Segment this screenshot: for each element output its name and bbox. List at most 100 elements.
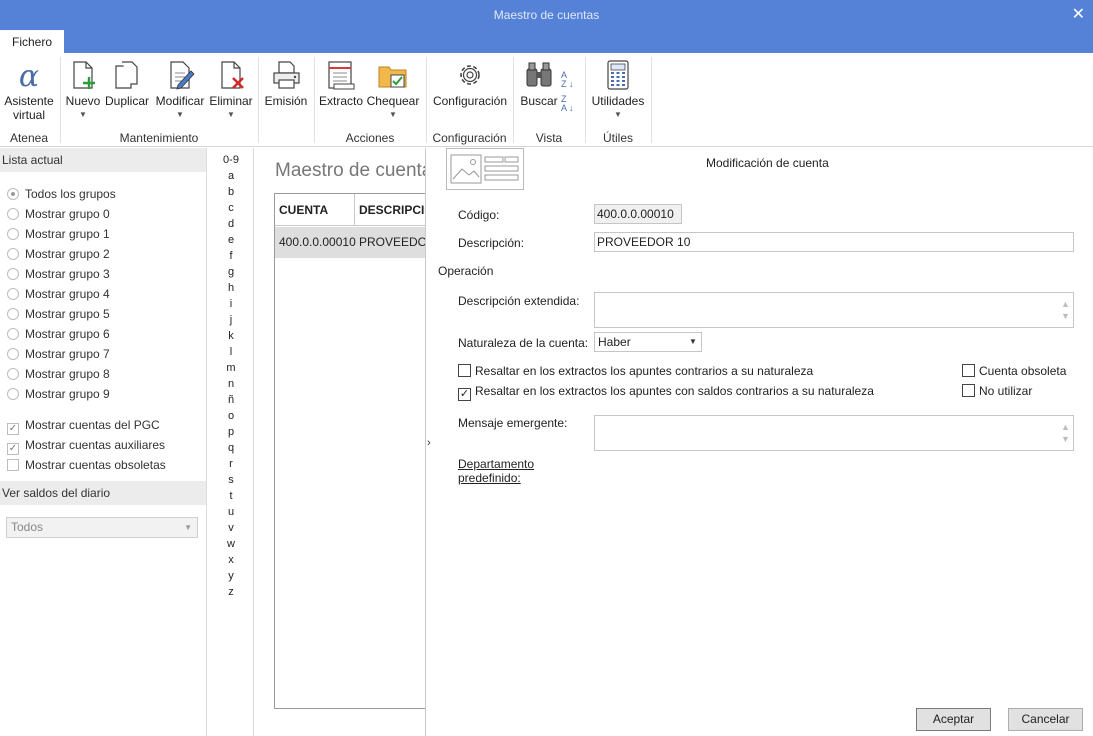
- modificar-button[interactable]: Modificar ▼: [153, 59, 207, 119]
- alphabet-letter[interactable]: k: [208, 330, 254, 342]
- cuenta-obsoleta-checkbox[interactable]: Cuenta obsoleta: [962, 363, 1066, 379]
- mensaje-emergente-field[interactable]: ▲ ▼: [594, 415, 1074, 451]
- alphabet-letter[interactable]: n: [208, 378, 254, 390]
- checkmark-icon[interactable]: ✓: [458, 388, 471, 401]
- codigo-field[interactable]: 400.0.0.00010: [594, 204, 682, 224]
- radio-button[interactable]: [7, 328, 19, 340]
- radio-button[interactable]: [7, 188, 19, 200]
- alphabet-letter[interactable]: v: [208, 522, 254, 534]
- scrollbar[interactable]: ▲ ▼: [1059, 293, 1073, 327]
- scrollbar[interactable]: ▲ ▼: [1059, 416, 1073, 450]
- descripcion-extendida-field[interactable]: ▲ ▼: [594, 292, 1074, 328]
- alphabet-letter[interactable]: ñ: [208, 394, 254, 406]
- alphabet-letter[interactable]: q: [208, 442, 254, 454]
- alphabet-letter[interactable]: y: [208, 570, 254, 582]
- alphabet-letter[interactable]: h: [208, 282, 254, 294]
- alphabet-letter[interactable]: o: [208, 410, 254, 422]
- checkmark-icon[interactable]: ✓: [7, 423, 19, 435]
- emision-button[interactable]: Emisión: [263, 59, 309, 108]
- radio-button[interactable]: [7, 308, 19, 320]
- group-radio-4[interactable]: Mostrar grupo 3: [7, 264, 110, 284]
- sort-az-icon[interactable]: AZ ↓: [561, 71, 579, 89]
- duplicar-button[interactable]: Duplicar: [104, 59, 150, 108]
- alphabet-letter[interactable]: j: [208, 314, 254, 326]
- checkbox-box[interactable]: [962, 384, 975, 397]
- column-header-descripcion[interactable]: DESCRIPCIÓN: [355, 194, 433, 226]
- filter-checkbox-1[interactable]: ✓ Mostrar cuentas auxiliares: [7, 435, 165, 455]
- column-header-cuenta[interactable]: CUENTA: [275, 194, 355, 226]
- group-radio-6[interactable]: Mostrar grupo 5: [7, 304, 110, 324]
- scroll-down-icon[interactable]: ▼: [1061, 430, 1070, 448]
- descripcion-field[interactable]: PROVEEDOR 10: [594, 232, 1074, 252]
- group-radio-2[interactable]: Mostrar grupo 1: [7, 224, 110, 244]
- alphabet-letter[interactable]: u: [208, 506, 254, 518]
- radio-button[interactable]: [7, 248, 19, 260]
- radio-button[interactable]: [7, 348, 19, 360]
- alphabet-letter[interactable]: g: [208, 266, 254, 278]
- radio-button[interactable]: [7, 388, 19, 400]
- image-placeholder[interactable]: [446, 148, 524, 190]
- configuracion-button[interactable]: Configuración: [432, 59, 508, 108]
- tab-fichero[interactable]: Fichero: [0, 30, 64, 53]
- group-radio-5[interactable]: Mostrar grupo 4: [7, 284, 110, 304]
- scroll-down-icon[interactable]: ▼: [1061, 307, 1070, 325]
- alphabet-letter[interactable]: d: [208, 218, 254, 230]
- alphabet-letter[interactable]: e: [208, 234, 254, 246]
- radio-button[interactable]: [7, 368, 19, 380]
- saldos-select[interactable]: Todos ▼: [6, 517, 198, 538]
- group-radio-3[interactable]: Mostrar grupo 2: [7, 244, 110, 264]
- extracto-button[interactable]: Extracto: [318, 59, 364, 108]
- group-radio-9[interactable]: Mostrar grupo 8: [7, 364, 110, 384]
- buscar-button[interactable]: Buscar: [520, 59, 558, 108]
- asistente-virtual-button[interactable]: α Asistente virtual: [4, 59, 54, 122]
- aceptar-button[interactable]: Aceptar: [916, 708, 991, 731]
- radio-button[interactable]: [7, 208, 19, 220]
- resaltar-contrarios-checkbox[interactable]: Resaltar en los extractos los apuntes co…: [458, 363, 813, 379]
- checkbox-box[interactable]: [458, 364, 471, 377]
- chequear-button[interactable]: Chequear ▼: [366, 59, 420, 119]
- alphabet-letter[interactable]: l: [208, 346, 254, 358]
- chevron-right-icon[interactable]: ›: [427, 437, 431, 449]
- sort-za-icon[interactable]: ZA ↓: [561, 95, 579, 113]
- radio-button[interactable]: [7, 268, 19, 280]
- alphabet-letter[interactable]: b: [208, 186, 254, 198]
- no-utilizar-checkbox[interactable]: No utilizar: [962, 383, 1032, 399]
- utilidades-button[interactable]: Utilidades ▼: [590, 59, 646, 119]
- alphabet-letter[interactable]: s: [208, 474, 254, 486]
- alphabet-letter[interactable]: z: [208, 586, 254, 598]
- alphabet-letter[interactable]: i: [208, 298, 254, 310]
- group-radio-0[interactable]: Todos los grupos: [7, 184, 116, 204]
- alphabet-letter[interactable]: x: [208, 554, 254, 566]
- alphabet-letter[interactable]: p: [208, 426, 254, 438]
- radio-button[interactable]: [7, 288, 19, 300]
- table-row[interactable]: 400.0.0.00010 PROVEEDOR 10: [275, 227, 433, 258]
- check-folder-icon: [378, 66, 407, 88]
- group-radio-1[interactable]: Mostrar grupo 0: [7, 204, 110, 224]
- alphabet-letter[interactable]: m: [208, 362, 254, 374]
- group-radio-8[interactable]: Mostrar grupo 7: [7, 344, 110, 364]
- cancelar-button[interactable]: Cancelar: [1008, 708, 1083, 731]
- filter-checkbox-2[interactable]: Mostrar cuentas obsoletas: [7, 455, 166, 475]
- filter-checkbox-0[interactable]: ✓ Mostrar cuentas del PGC: [7, 415, 160, 435]
- radio-button[interactable]: [7, 228, 19, 240]
- alphabet-letter[interactable]: w: [208, 538, 254, 550]
- checkbox-box[interactable]: [7, 459, 19, 471]
- saldos-select-value: Todos: [11, 520, 44, 534]
- alphabet-letter[interactable]: c: [208, 202, 254, 214]
- alphabet-letter[interactable]: 0-9: [208, 154, 254, 166]
- alphabet-letter[interactable]: r: [208, 458, 254, 470]
- alphabet-letter[interactable]: t: [208, 490, 254, 502]
- checkmark-icon[interactable]: ✓: [7, 443, 19, 455]
- resaltar-saldos-checkbox[interactable]: ✓ Resaltar en los extractos los apuntes c…: [458, 383, 874, 401]
- eliminar-button[interactable]: Eliminar ▼: [208, 59, 254, 119]
- group-radio-7[interactable]: Mostrar grupo 6: [7, 324, 110, 344]
- alphabet-letter[interactable]: f: [208, 250, 254, 262]
- accounts-grid[interactable]: CUENTA DESCRIPCIÓN 400.0.0.00010 PROVEED…: [274, 193, 434, 709]
- close-icon[interactable]: ✕: [1072, 0, 1085, 30]
- naturaleza-select[interactable]: Haber ▼: [594, 332, 702, 352]
- nuevo-button[interactable]: Nuevo ▼: [64, 59, 102, 119]
- departamento-link[interactable]: Departamento predefinido:: [458, 457, 534, 485]
- alphabet-letter[interactable]: a: [208, 170, 254, 182]
- checkbox-box[interactable]: [962, 364, 975, 377]
- group-radio-10[interactable]: Mostrar grupo 9: [7, 384, 110, 404]
